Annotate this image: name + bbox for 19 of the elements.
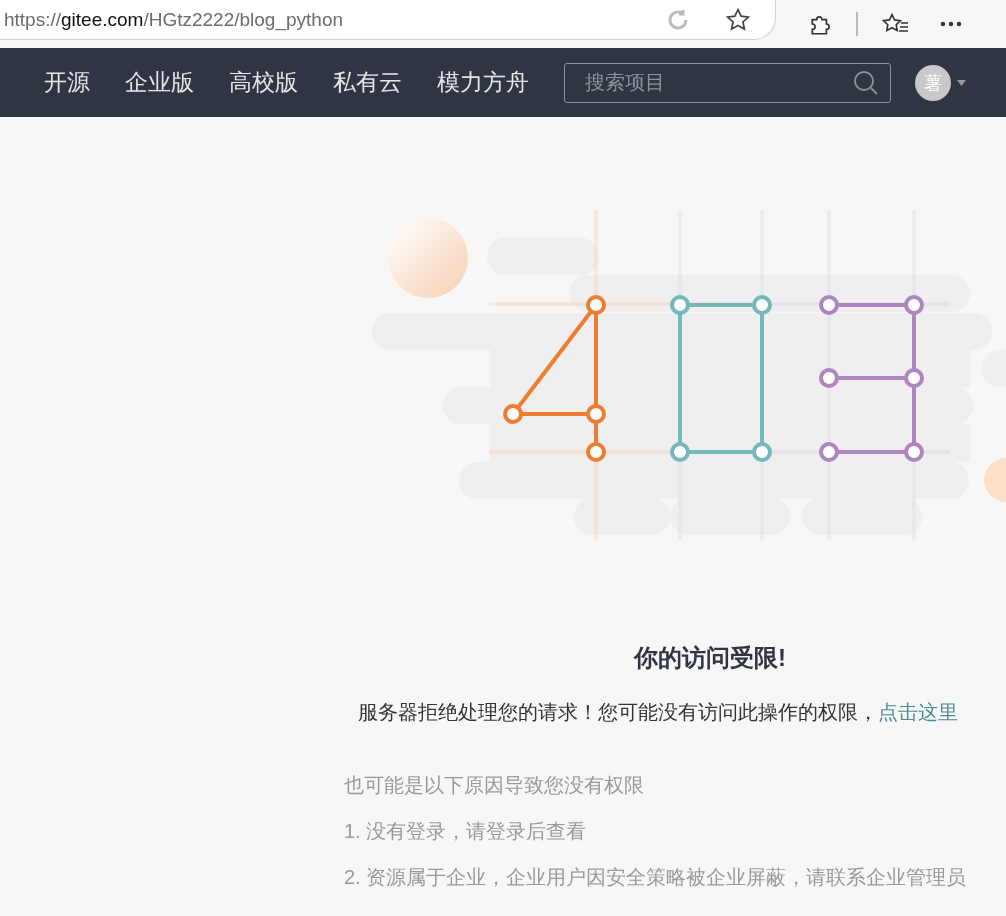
nav-link[interactable]: 私有云 (333, 67, 402, 98)
reason-text: 1. 没有登录，请登录后查看 (344, 819, 588, 844)
more-icon[interactable] (940, 21, 962, 27)
search-icon[interactable] (853, 69, 879, 96)
star-icon[interactable] (725, 6, 751, 33)
nav-link[interactable]: 高校版 (229, 67, 298, 98)
error-message: 服务器拒绝处理您的请求！您可能没有访问此操作的权限，点击这里 (358, 700, 959, 725)
url-text: https://gitee.com/HGtz2222/blog_python (4, 8, 345, 31)
nav-link[interactable]: 企业版 (125, 67, 194, 98)
address-bar[interactable]: https://gitee.com/HGtz2222/blog_python (0, 0, 776, 40)
nav-link[interactable]: 开源 (44, 67, 90, 98)
error-title: 你的访问受限! (632, 643, 787, 673)
go-back-link[interactable]: 点击这里 (878, 701, 958, 723)
reasons-heading: 也可能是以下原因导致您没有权限 (344, 773, 645, 798)
caret-icon[interactable] (957, 79, 966, 86)
reason-text: 2. 资源属于企业，企业用户因安全策略被企业屏蔽，请联系企业管理员 (344, 865, 968, 890)
divider-icon (856, 12, 858, 36)
search-field[interactable]: 搜索项目 (564, 62, 891, 103)
nav-link[interactable]: 模力方舟 (437, 67, 529, 98)
